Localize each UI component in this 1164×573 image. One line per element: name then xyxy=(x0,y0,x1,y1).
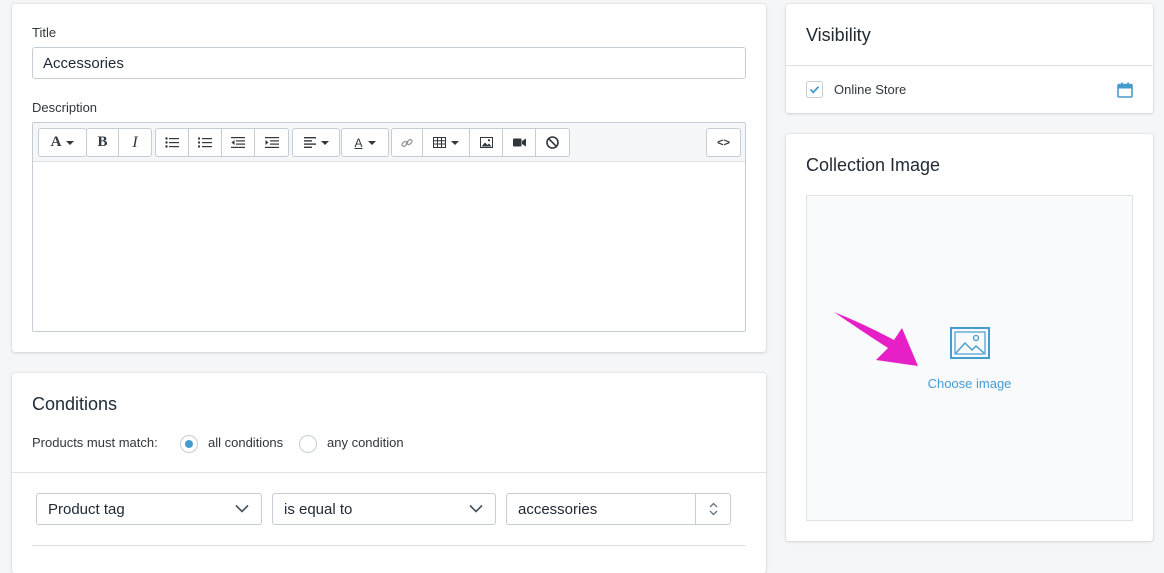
visibility-divider xyxy=(786,65,1153,66)
font-group: A xyxy=(38,128,87,157)
insert-image-button[interactable] xyxy=(470,129,503,156)
any-condition-radio[interactable] xyxy=(299,435,317,453)
align-dropdown-button[interactable] xyxy=(293,129,339,156)
up-down-icon xyxy=(709,502,717,516)
condition-operator-value: is equal to xyxy=(284,500,353,518)
font-dropdown-button[interactable]: A xyxy=(39,129,86,156)
image-icon xyxy=(479,137,493,148)
font-icon: A xyxy=(50,134,62,150)
link-icon xyxy=(401,138,413,147)
description-editor[interactable]: A B I A <> xyxy=(32,122,746,332)
conditions-card: Conditions Products must match: all cond… xyxy=(12,373,766,573)
text-color-button[interactable]: A xyxy=(342,129,388,156)
code-icon: <> xyxy=(717,136,730,149)
all-conditions-radio[interactable] xyxy=(180,435,198,453)
value-stepper[interactable] xyxy=(695,494,730,524)
outdent-button[interactable] xyxy=(222,129,255,156)
text-color-icon: A xyxy=(354,135,363,150)
editor-toolbar: A B I A <> xyxy=(33,123,745,162)
text-color-group: A xyxy=(341,128,389,157)
collection-image-heading: Collection Image xyxy=(806,155,941,175)
code-view-button[interactable]: <> xyxy=(707,129,740,156)
italic-button[interactable]: I xyxy=(119,129,151,156)
online-store-label: Online Store xyxy=(834,82,907,97)
bold-button[interactable]: B xyxy=(87,129,119,156)
condition-field-value: Product tag xyxy=(48,500,125,518)
indent-button[interactable] xyxy=(255,129,288,156)
caret-down-icon xyxy=(66,140,75,145)
chevron-down-icon xyxy=(469,504,483,513)
choose-image-link[interactable]: Choose image xyxy=(807,376,1132,391)
bulleted-list-button[interactable] xyxy=(156,129,189,156)
collection-details-card: Title Accessories Description A B I A <> xyxy=(12,4,766,352)
align-group xyxy=(292,128,340,157)
clear-format-icon xyxy=(546,136,559,149)
numbered-list-icon xyxy=(198,137,212,148)
bold-icon: B xyxy=(97,134,108,150)
caret-down-icon xyxy=(320,140,329,145)
condition-value-text: accessories xyxy=(518,500,598,518)
table-button[interactable] xyxy=(423,129,470,156)
clear-format-button[interactable] xyxy=(536,129,569,156)
outdent-icon xyxy=(231,137,245,148)
visibility-heading: Visibility xyxy=(806,25,871,45)
title-input[interactable]: Accessories xyxy=(32,47,746,79)
italic-icon: I xyxy=(132,133,138,151)
conditions-heading: Conditions xyxy=(32,394,118,414)
title-label: Title xyxy=(32,25,57,40)
conditions-divider xyxy=(12,472,766,473)
list-group xyxy=(155,128,289,157)
video-icon xyxy=(512,138,526,147)
image-placeholder-icon[interactable] xyxy=(950,327,990,359)
annotation-arrow-icon xyxy=(834,312,918,366)
align-icon xyxy=(303,137,316,148)
chevron-down-icon xyxy=(235,504,249,513)
description-label: Description xyxy=(32,100,98,115)
link-button[interactable] xyxy=(392,129,423,156)
visibility-card: Visibility Online Store xyxy=(786,4,1153,113)
condition-value-input[interactable]: accessories xyxy=(506,493,731,525)
online-store-checkbox[interactable] xyxy=(806,81,823,98)
caret-down-icon xyxy=(367,140,376,145)
any-condition-label[interactable]: any condition xyxy=(327,435,404,450)
match-label: Products must match: xyxy=(32,435,158,450)
style-group: B I xyxy=(86,128,152,157)
code-group: <> xyxy=(706,128,741,157)
table-icon xyxy=(433,137,446,148)
condition-field-select[interactable]: Product tag xyxy=(36,493,262,525)
insert-video-button[interactable] xyxy=(503,129,536,156)
condition-operator-select[interactable]: is equal to xyxy=(272,493,496,525)
indent-icon xyxy=(264,137,279,148)
caret-down-icon xyxy=(451,140,459,145)
condition-row-divider xyxy=(32,545,746,546)
all-conditions-label[interactable]: all conditions xyxy=(208,435,283,450)
calendar-icon[interactable] xyxy=(1117,82,1133,98)
bulleted-list-icon xyxy=(165,137,179,148)
insert-group xyxy=(391,128,570,157)
checkmark-icon xyxy=(809,86,820,94)
numbered-list-button[interactable] xyxy=(189,129,222,156)
